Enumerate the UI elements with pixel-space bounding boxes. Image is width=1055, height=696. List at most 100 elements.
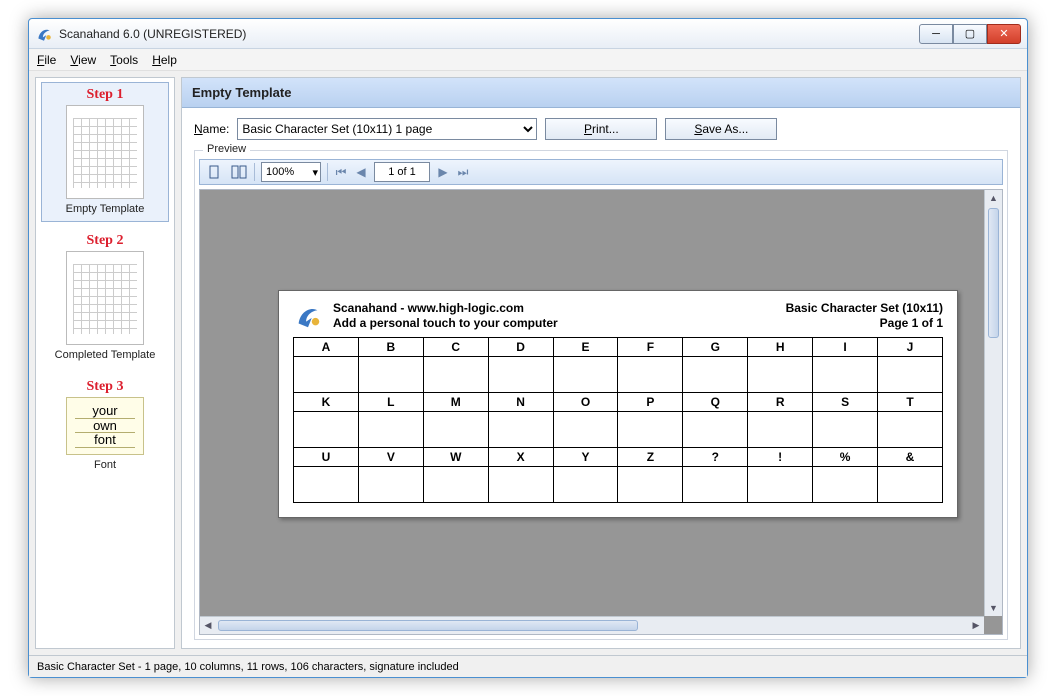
main-panel: Empty Template Name: Basic Character Set… <box>181 77 1021 649</box>
char-header-cell: R <box>748 393 813 412</box>
step3-title: Step 3 <box>87 379 124 395</box>
step1-label: Empty Template <box>66 203 145 215</box>
char-header-cell: H <box>748 338 813 357</box>
page-of: Page 1 of 1 <box>786 316 943 331</box>
step3-label: Font <box>94 459 116 471</box>
char-draw-cell <box>618 467 683 503</box>
vertical-scrollbar[interactable]: ▲ ▼ <box>984 190 1002 616</box>
char-draw-cell <box>748 357 813 393</box>
sidebar-item-step2[interactable]: Step 2 Completed Template <box>41 228 169 368</box>
menu-tools[interactable]: Tools <box>110 53 138 67</box>
char-header-cell: & <box>878 448 943 467</box>
minimize-button[interactable]: ─ <box>919 24 953 44</box>
menu-view[interactable]: View <box>70 53 96 67</box>
char-draw-cell <box>423 357 488 393</box>
template-page: Scanahand - www.high-logic.com Add a per… <box>278 290 958 518</box>
print-button[interactable]: Print... <box>545 118 657 140</box>
character-grid: ABCDEFGHIJKLMNOPQRSTUVWXYZ?!%& <box>293 337 943 503</box>
preview-group: Preview 100%▾ ⏮ ◀ 1 of 1 <box>194 150 1008 640</box>
page-indicator[interactable]: 1 of 1 <box>374 162 430 182</box>
step2-title: Step 2 <box>87 233 124 249</box>
char-draw-cell <box>618 357 683 393</box>
page-title: Empty Template <box>182 78 1020 108</box>
char-draw-cell <box>423 467 488 503</box>
titlebar: Scanahand 6.0 (UNREGISTERED) ─ ▢ ✕ <box>29 19 1027 49</box>
char-header-cell: G <box>683 338 748 357</box>
char-draw-cell <box>813 412 878 448</box>
preview-canvas: Scanahand - www.high-logic.com Add a per… <box>199 189 1003 635</box>
template-select[interactable]: Basic Character Set (10x11) 1 page <box>237 118 537 140</box>
zoom-combo[interactable]: 100%▾ <box>261 162 321 182</box>
char-header-cell: ? <box>683 448 748 467</box>
char-draw-cell <box>878 357 943 393</box>
char-header-cell: I <box>813 338 878 357</box>
char-header-cell: M <box>423 393 488 412</box>
step3-thumbnail: your own font <box>66 397 144 455</box>
layout-multi-icon[interactable] <box>230 163 248 181</box>
brand-line1: Scanahand - www.high-logic.com <box>333 301 776 316</box>
page-logo-icon <box>293 301 323 331</box>
char-header-cell: C <box>423 338 488 357</box>
char-draw-cell <box>683 412 748 448</box>
first-page-button[interactable]: ⏮ <box>334 165 348 180</box>
step2-thumbnail <box>66 251 144 345</box>
horizontal-scrollbar[interactable]: ◀ ▶ <box>200 616 984 634</box>
prev-page-button[interactable]: ◀ <box>354 165 368 179</box>
brand-line2: Add a personal touch to your computer <box>333 316 776 331</box>
close-button[interactable]: ✕ <box>987 24 1021 44</box>
char-header-cell: S <box>813 393 878 412</box>
app-icon <box>35 25 53 43</box>
char-draw-cell <box>748 467 813 503</box>
char-header-cell: E <box>553 338 618 357</box>
menu-help[interactable]: Help <box>152 53 177 67</box>
char-header-cell: W <box>423 448 488 467</box>
char-draw-cell <box>553 357 618 393</box>
char-header-cell: B <box>358 338 423 357</box>
window-title: Scanahand 6.0 (UNREGISTERED) <box>59 27 919 41</box>
char-draw-cell <box>294 357 359 393</box>
template-form-row: Name: Basic Character Set (10x11) 1 page… <box>182 108 1020 150</box>
char-header-cell: O <box>553 393 618 412</box>
status-bar: Basic Character Set - 1 page, 10 columns… <box>29 655 1027 677</box>
char-header-cell: A <box>294 338 359 357</box>
char-header-cell: T <box>878 393 943 412</box>
next-page-button[interactable]: ▶ <box>436 165 450 179</box>
save-as-button[interactable]: Save As... <box>665 118 777 140</box>
char-header-cell: D <box>488 338 553 357</box>
char-header-cell: F <box>618 338 683 357</box>
char-draw-cell <box>358 412 423 448</box>
char-draw-cell <box>813 467 878 503</box>
char-draw-cell <box>618 412 683 448</box>
sidebar-item-step1[interactable]: Step 1 Empty Template <box>41 82 169 222</box>
app-window: Scanahand 6.0 (UNREGISTERED) ─ ▢ ✕ File … <box>28 18 1028 678</box>
sidebar-item-step3[interactable]: Step 3 your own font Font <box>41 374 169 478</box>
char-header-cell: % <box>813 448 878 467</box>
char-header-cell: V <box>358 448 423 467</box>
body: Step 1 Empty Template Step 2 Completed T… <box>29 71 1027 655</box>
char-header-cell: N <box>488 393 553 412</box>
preview-label: Preview <box>203 143 250 155</box>
char-draw-cell <box>488 412 553 448</box>
char-draw-cell <box>683 357 748 393</box>
char-header-cell: Q <box>683 393 748 412</box>
char-draw-cell <box>358 467 423 503</box>
step1-title: Step 1 <box>87 87 124 103</box>
last-page-button[interactable]: ⏭ <box>456 165 470 180</box>
char-draw-cell <box>748 412 813 448</box>
char-draw-cell <box>683 467 748 503</box>
char-draw-cell <box>294 412 359 448</box>
set-name: Basic Character Set (10x11) <box>786 301 943 316</box>
layout-single-icon[interactable] <box>206 163 224 181</box>
menu-file[interactable]: File <box>37 53 56 67</box>
char-draw-cell <box>813 357 878 393</box>
char-draw-cell <box>553 412 618 448</box>
maximize-button[interactable]: ▢ <box>953 24 987 44</box>
char-draw-cell <box>423 412 488 448</box>
char-draw-cell <box>358 357 423 393</box>
step2-label: Completed Template <box>55 349 156 361</box>
char-draw-cell <box>488 357 553 393</box>
char-draw-cell <box>878 467 943 503</box>
char-header-cell: K <box>294 393 359 412</box>
char-header-cell: ! <box>748 448 813 467</box>
char-header-cell: U <box>294 448 359 467</box>
